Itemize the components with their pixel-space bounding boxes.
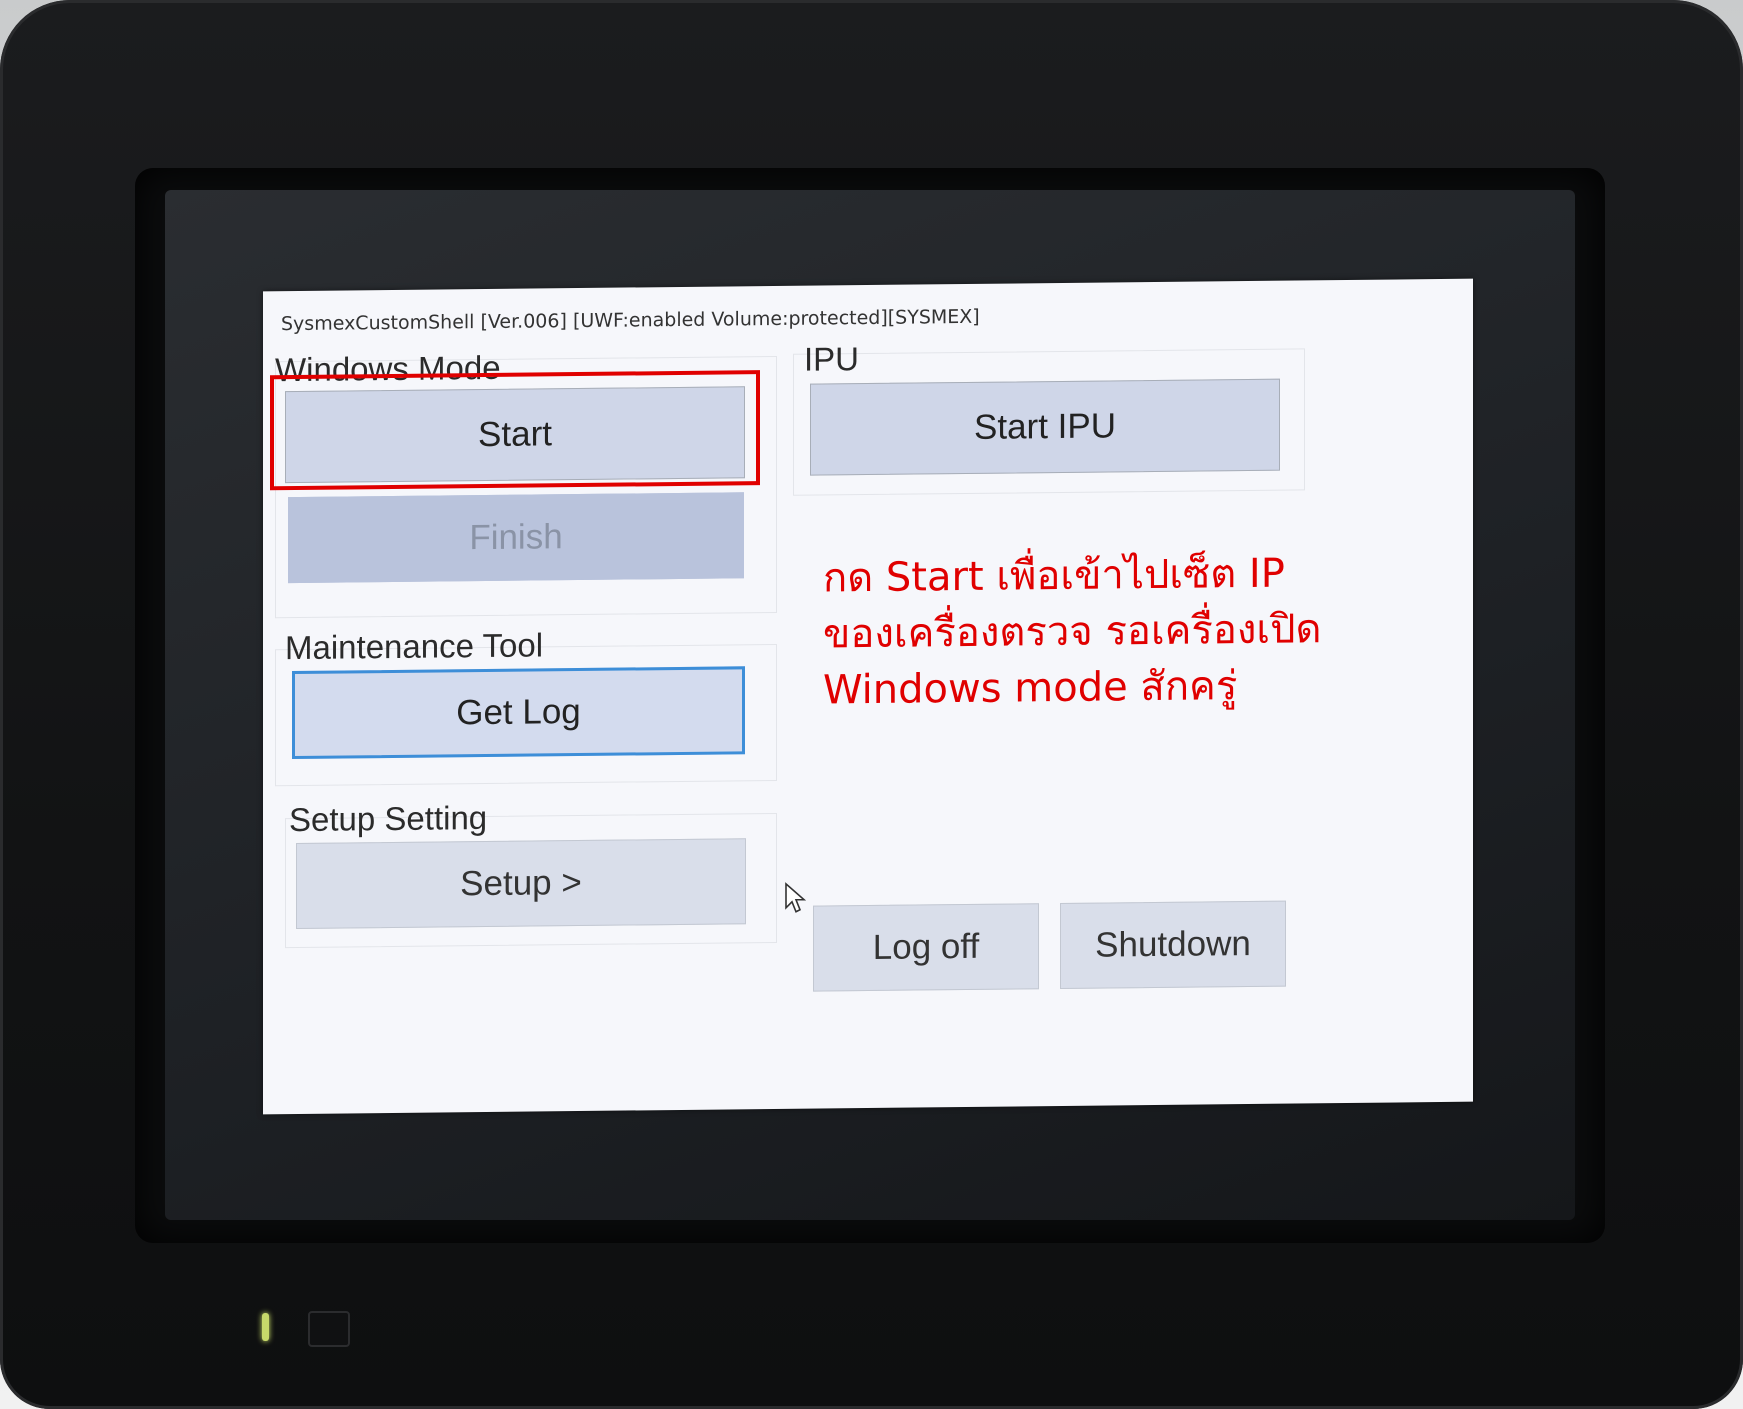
power-led-icon: [262, 1313, 269, 1341]
annotation-line-2: ของเครื่องตรวจ รอเครื่องเปิด: [823, 606, 1322, 658]
start-ipu-button[interactable]: Start IPU: [810, 378, 1280, 476]
annotation-line-1: กด Start เพื่อเข้าไปเซ็ต IP: [823, 550, 1285, 602]
shell-title: SysmexCustomShell [Ver.006] [UWF:enabled…: [281, 305, 980, 336]
log-off-button[interactable]: Log off: [813, 903, 1039, 992]
instruction-annotation: กด Start เพื่อเข้าไปเซ็ต IP ของเครื่องตร…: [823, 544, 1403, 718]
finish-button[interactable]: Finish: [288, 492, 744, 584]
start-highlight-box: [270, 370, 760, 491]
get-log-button[interactable]: Get Log: [292, 666, 745, 760]
front-sensor: [308, 1311, 350, 1347]
maintenance-label: Maintenance Tool: [285, 626, 544, 667]
setup-button[interactable]: Setup >: [296, 838, 746, 929]
annotation-line-3: Windows mode สักครู่: [823, 663, 1238, 714]
mouse-pointer-icon: [784, 882, 807, 919]
shutdown-button[interactable]: Shutdown: [1060, 900, 1286, 989]
setup-label: Setup Setting: [289, 798, 488, 839]
shell-display: SysmexCustomShell [Ver.006] [UWF:enabled…: [263, 278, 1473, 1115]
ipu-label: IPU: [804, 340, 860, 378]
